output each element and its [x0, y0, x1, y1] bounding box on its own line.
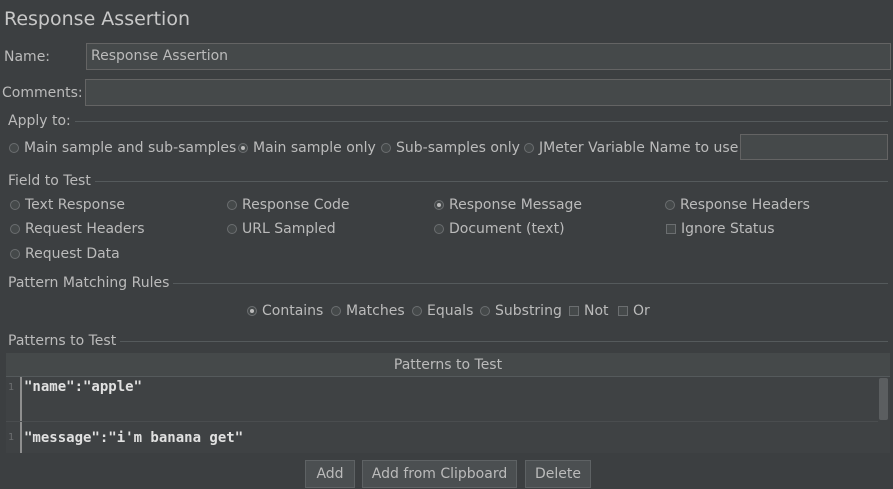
pattern-cell[interactable]: "name":"apple" — [20, 377, 142, 397]
field-response-code-radio[interactable]: Response Code — [227, 197, 350, 213]
radio-indicator — [10, 249, 20, 259]
radio-indicator — [331, 306, 341, 316]
checkbox-indicator — [666, 224, 676, 234]
apply-jmeter-variable-radio[interactable]: JMeter Variable Name to use — [524, 140, 738, 156]
patterns-section: Patterns to Test — [8, 333, 888, 349]
add-from-clipboard-button[interactable]: Add from Clipboard — [362, 460, 517, 488]
rule-matches-radio[interactable]: Matches — [331, 303, 405, 319]
radio-label: Response Code — [242, 197, 350, 213]
apply-to-label: Apply to: — [8, 113, 71, 129]
line-number: 1 — [7, 432, 14, 443]
field-text-response-radio[interactable]: Text Response — [10, 197, 125, 213]
jmeter-variable-input[interactable] — [740, 134, 888, 160]
radio-label: Main sample and sub-samples — [24, 140, 237, 156]
section-divider — [74, 120, 888, 122]
pattern-cell-continuation — [20, 397, 24, 421]
rule-or-checkbox[interactable]: Or — [618, 303, 650, 319]
apply-main-and-sub-radio[interactable]: Main sample and sub-samples — [9, 140, 236, 156]
radio-indicator — [412, 306, 422, 316]
radio-label: Main sample only — [253, 140, 376, 156]
radio-indicator — [480, 306, 490, 316]
pattern-matching-label: Pattern Matching Rules — [8, 275, 170, 291]
field-document-text-radio[interactable]: Document (text) — [434, 221, 565, 237]
scrollbar-thumb[interactable] — [879, 378, 888, 420]
apply-sub-only-radio[interactable]: Sub-samples only — [381, 140, 520, 156]
radio-indicator — [381, 143, 391, 153]
radio-indicator — [247, 306, 257, 316]
field-to-test-section: Field to Test — [8, 173, 888, 189]
field-response-message-radio[interactable]: Response Message — [434, 197, 582, 213]
table-row[interactable]: 1 "message":"i'm banana get" — [6, 422, 878, 453]
line-number: 1 — [7, 381, 14, 393]
radio-label: JMeter Variable Name to use — [539, 140, 739, 156]
name-input[interactable]: Response Assertion — [86, 43, 891, 70]
comments-input[interactable] — [85, 79, 891, 106]
checkbox-indicator — [569, 306, 579, 316]
field-request-data-radio[interactable]: Request Data — [10, 246, 120, 262]
radio-indicator — [10, 224, 20, 234]
add-button[interactable]: Add — [305, 460, 355, 488]
checkbox-indicator — [618, 306, 628, 316]
table-row[interactable]: 1 "name":"apple" — [6, 377, 878, 397]
radio-label: Request Data — [25, 246, 120, 262]
radio-indicator — [227, 200, 237, 210]
checkbox-label: Ignore Status — [681, 221, 775, 237]
patterns-column-header[interactable]: Patterns to Test — [6, 353, 890, 377]
patterns-label: Patterns to Test — [8, 333, 117, 349]
rule-not-checkbox[interactable]: Not — [569, 303, 609, 319]
radio-indicator — [9, 143, 19, 153]
radio-label: Matches — [346, 303, 405, 319]
delete-button[interactable]: Delete — [525, 460, 591, 488]
radio-label: Equals — [427, 303, 474, 319]
radio-label: Contains — [262, 303, 324, 319]
apply-to-section: Apply to: — [8, 113, 888, 129]
field-response-headers-radio[interactable]: Response Headers — [665, 197, 810, 213]
radio-label: Sub-samples only — [396, 140, 520, 156]
radio-label: Document (text) — [449, 221, 565, 237]
rule-equals-radio[interactable]: Equals — [412, 303, 473, 319]
radio-label: URL Sampled — [242, 221, 336, 237]
apply-main-only-radio[interactable]: Main sample only — [238, 140, 376, 156]
name-label: Name: — [4, 49, 51, 65]
radio-indicator — [238, 143, 248, 153]
pattern-cell[interactable]: "message":"i'm banana get" — [20, 422, 243, 453]
radio-indicator — [524, 143, 534, 153]
radio-indicator — [665, 200, 675, 210]
radio-label: Response Message — [449, 197, 583, 213]
panel-title: Response Assertion — [4, 8, 190, 30]
radio-label: Text Response — [25, 197, 126, 213]
radio-indicator — [10, 200, 20, 210]
table-row-continuation — [6, 397, 878, 421]
section-divider — [94, 180, 888, 182]
field-to-test-label: Field to Test — [8, 173, 91, 189]
field-url-sampled-radio[interactable]: URL Sampled — [227, 221, 336, 237]
radio-label: Request Headers — [25, 221, 145, 237]
radio-label: Substring — [495, 303, 562, 319]
radio-indicator — [227, 224, 237, 234]
pattern-matching-section: Pattern Matching Rules — [8, 275, 888, 291]
patterns-table: 1 "name":"apple" 1 "message":"i'm banana… — [6, 377, 890, 453]
section-divider — [173, 282, 888, 284]
scrollbar[interactable] — [878, 377, 890, 453]
field-request-headers-radio[interactable]: Request Headers — [10, 221, 145, 237]
rule-substring-radio[interactable]: Substring — [480, 303, 562, 319]
radio-indicator — [434, 224, 444, 234]
comments-label: Comments: — [2, 85, 83, 101]
ignore-status-checkbox[interactable]: Ignore Status — [666, 221, 775, 237]
section-divider — [120, 340, 888, 342]
radio-label: Response Headers — [680, 197, 810, 213]
checkbox-label: Or — [633, 303, 650, 319]
rule-contains-radio[interactable]: Contains — [247, 303, 323, 319]
checkbox-label: Not — [584, 303, 609, 319]
radio-indicator — [434, 200, 444, 210]
